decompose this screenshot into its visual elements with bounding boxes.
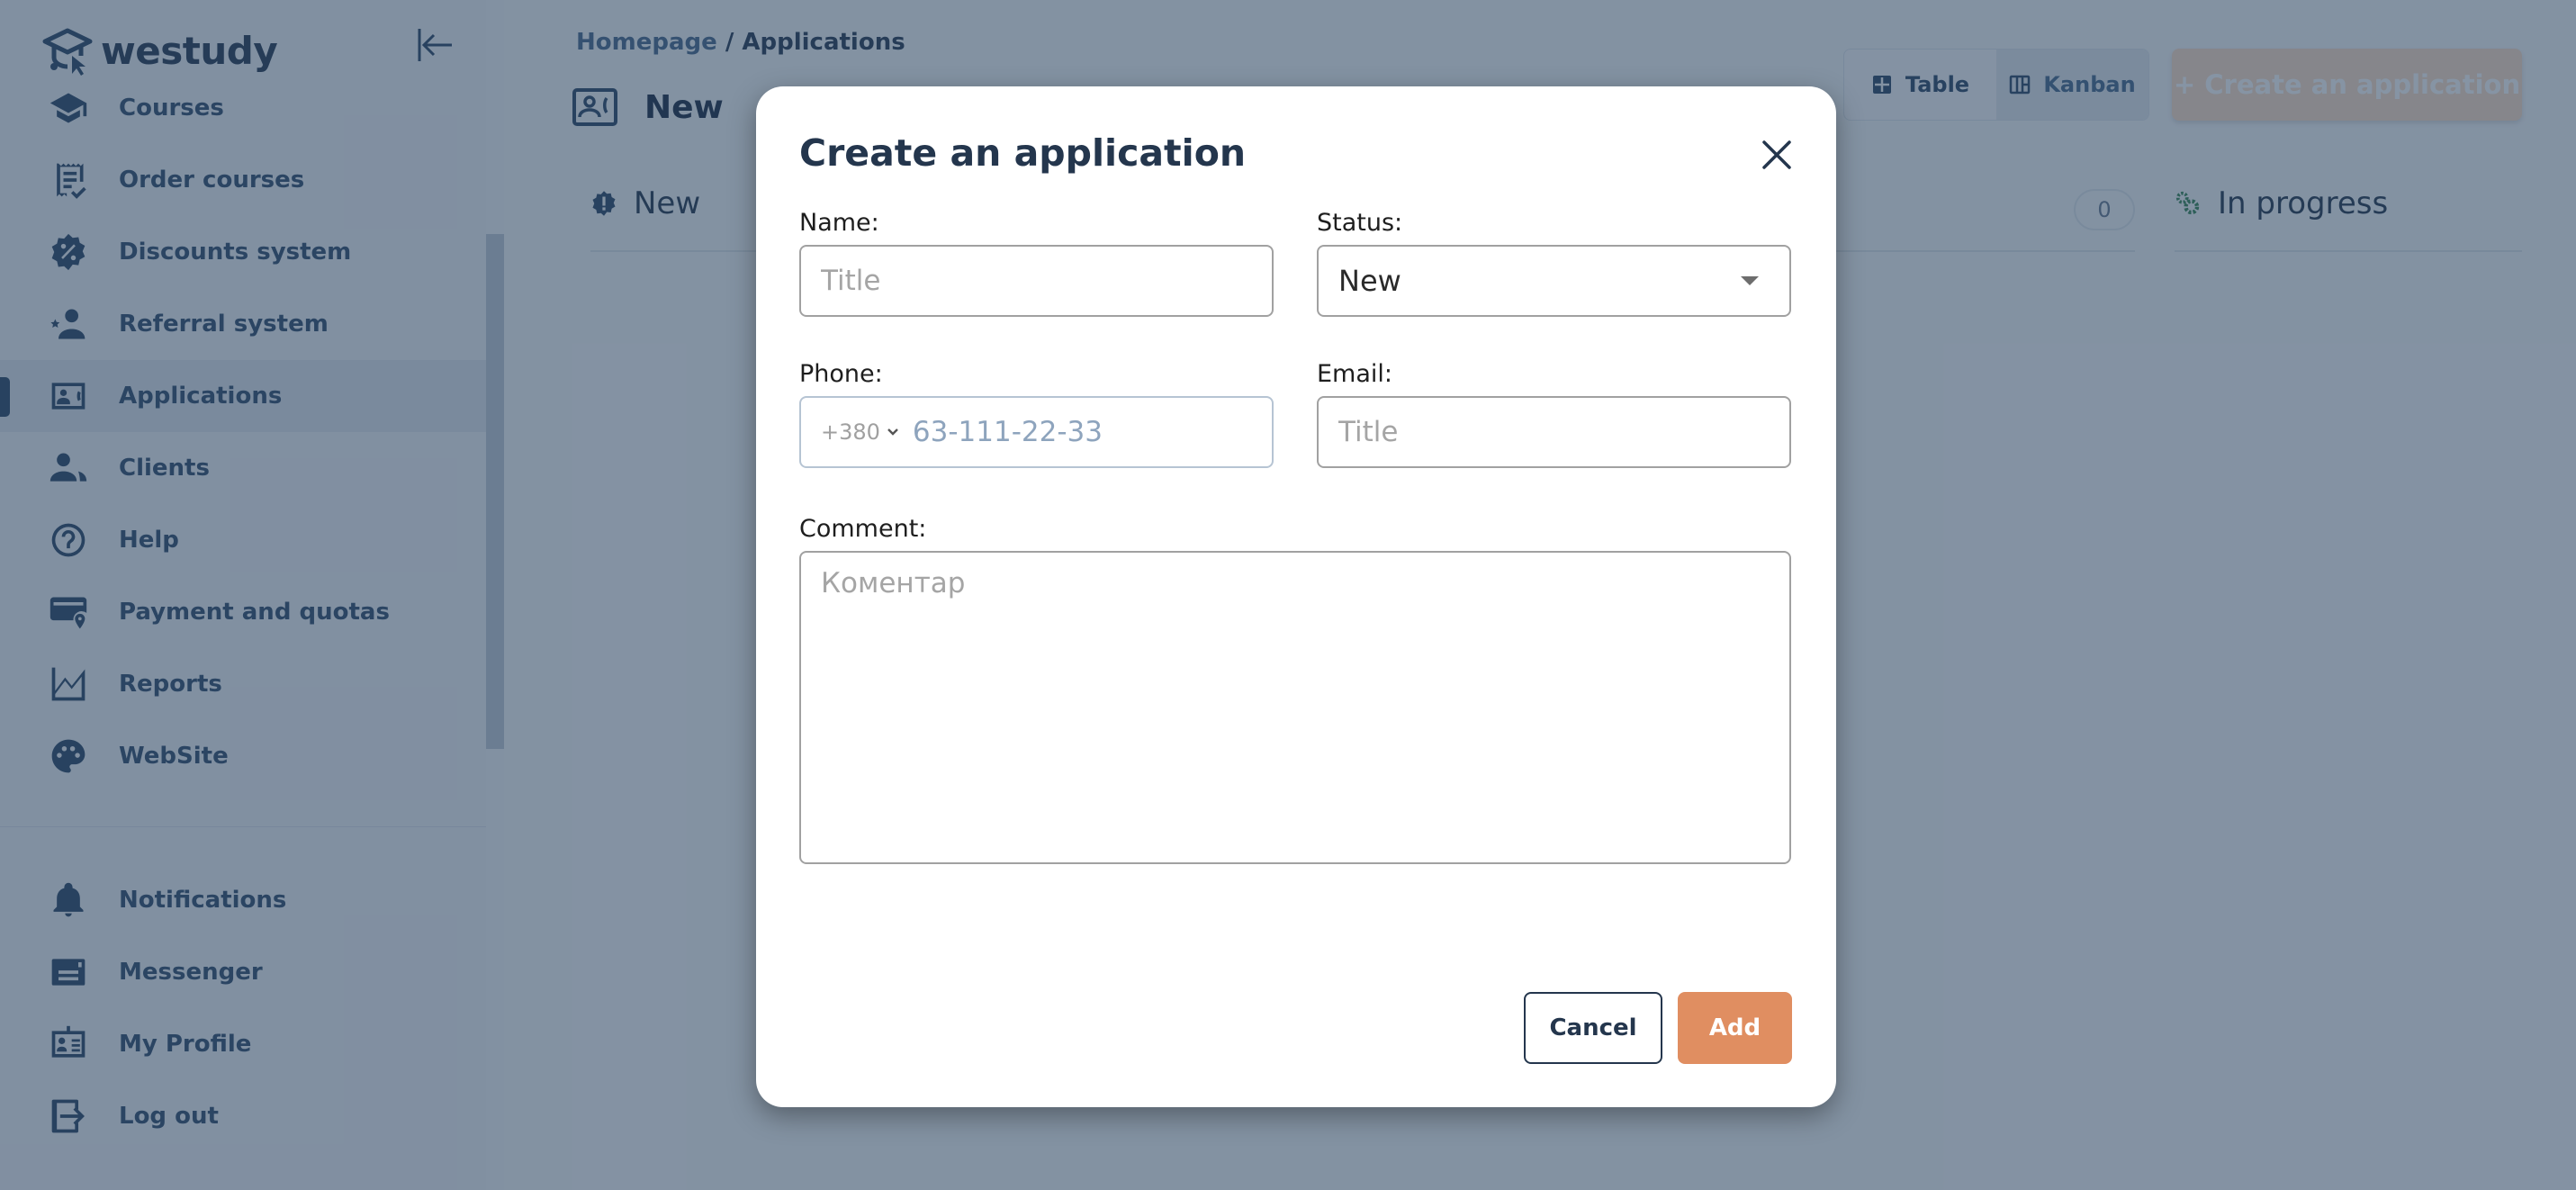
phone-field-wrapper: +380 [799, 396, 1274, 468]
country-code-value: +380 [821, 419, 880, 445]
comment-label: Comment: [799, 515, 927, 543]
dropdown-arrow-icon [1741, 276, 1759, 285]
create-application-modal: Create an application Name: Status: New … [756, 86, 1836, 1107]
email-input[interactable] [1338, 416, 1789, 448]
phone-input[interactable] [912, 416, 1272, 448]
comment-textarea[interactable] [821, 567, 1789, 837]
status-selected-value: New [1338, 264, 1401, 298]
country-code-select[interactable]: +380 [821, 419, 900, 445]
status-label: Status: [1317, 209, 1403, 237]
add-button[interactable]: Add [1678, 992, 1792, 1064]
close-modal-button[interactable] [1755, 133, 1798, 176]
chevron-down-icon [887, 428, 898, 436]
cancel-button[interactable]: Cancel [1524, 992, 1662, 1064]
email-label: Email: [1317, 360, 1393, 388]
phone-label: Phone: [799, 360, 883, 388]
email-field-wrapper [1317, 396, 1791, 468]
name-field-wrapper [799, 245, 1274, 317]
name-input[interactable] [821, 265, 1272, 297]
name-label: Name: [799, 209, 879, 237]
status-select[interactable]: New [1317, 245, 1791, 317]
close-icon [1762, 140, 1791, 169]
modal-title: Create an application [799, 131, 1247, 175]
comment-field-wrapper [799, 551, 1791, 864]
